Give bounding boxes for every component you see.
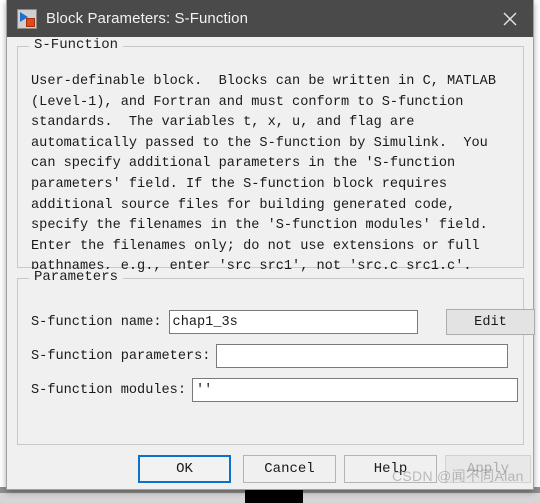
cancel-button[interactable]: Cancel [243,455,336,483]
block-parameters-dialog: Block Parameters: S-Function S-Function … [6,0,535,490]
help-button[interactable]: Help [344,455,437,483]
s-function-parameters-input[interactable] [216,344,509,368]
square-glyph [26,17,35,27]
s-function-parameters-row: S-function parameters: [31,344,509,368]
dialog-body: S-Function User-definable block. Blocks … [7,37,535,490]
window-title: Block Parameters: S-Function [46,10,249,27]
apply-button: Apply [445,455,531,483]
parameters-group-legend: Parameters [29,269,124,285]
s-function-parameters-label: S-function parameters: [31,348,211,364]
close-icon[interactable] [487,0,533,37]
s-function-name-input[interactable] [168,310,418,334]
title-bar: Block Parameters: S-Function [7,0,533,37]
edit-button[interactable]: Edit [446,309,535,335]
ok-button[interactable]: OK [138,455,231,483]
s-function-modules-row: S-function modules: [31,378,518,402]
s-function-description-text: User-definable block. Blocks can be writ… [31,74,496,275]
s-function-modules-input[interactable] [192,378,518,402]
parameters-group: Parameters S-function name: Edit S-funct… [17,269,535,445]
s-function-group-legend: S-Function [29,37,124,53]
s-function-description-group: S-Function User-definable block. Blocks … [17,37,524,274]
s-function-name-row: S-function name: [31,310,418,334]
s-function-name-label: S-function name: [31,314,162,330]
simulink-block-icon [17,8,37,29]
desktop-black-block [245,488,303,503]
dialog-footer: OK Cancel Help Apply [7,455,533,490]
s-function-modules-label: S-function modules: [31,382,186,398]
screen: Block Parameters: S-Function S-Function … [0,0,540,503]
